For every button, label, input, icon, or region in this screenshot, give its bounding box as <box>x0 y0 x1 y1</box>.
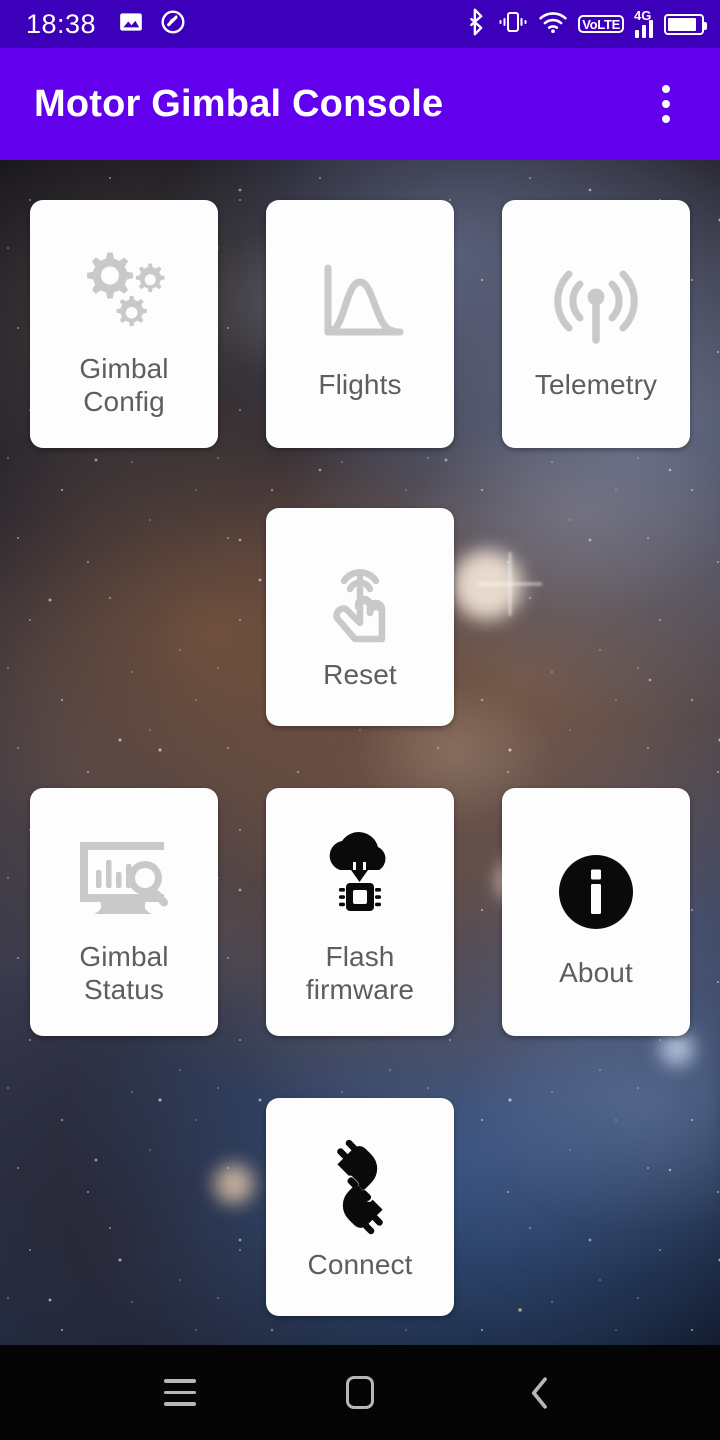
menu-card-label: Flights <box>318 369 402 401</box>
flight-curve-chart-icon <box>302 246 418 362</box>
status-bar-left-icons <box>118 9 186 40</box>
menu-card-label: Flash firmware <box>305 940 415 1005</box>
vibrate-icon <box>498 10 528 39</box>
android-navigation-bar <box>0 1345 720 1440</box>
status-bar-clock: 18:38 <box>26 8 97 39</box>
app-bar: Motor Gimbal Console <box>0 48 720 160</box>
volte-icon: VoLTE <box>578 14 624 34</box>
menu-card-label: Reset <box>323 659 397 691</box>
phone-screen: 18:38 VoLTE 4G Motor Gimbal Console Gimb… <box>0 0 720 1440</box>
back-icon[interactable] <box>495 1357 585 1429</box>
overflow-dot <box>662 100 670 108</box>
menu-card-label: Telemetry <box>534 369 658 401</box>
menu-card-reset[interactable]: Reset <box>266 508 454 726</box>
grid-row: Gimbal Config Flights Telemetry <box>30 200 690 448</box>
antenna-broadcast-icon <box>538 246 654 362</box>
grid-row: Gimbal Status Flash firmware About <box>30 788 690 1036</box>
tap-gesture-icon <box>302 542 418 652</box>
back-glyph <box>531 1376 547 1409</box>
menu-grid: Gimbal Config Flights Telemetry Reset Gi… <box>0 160 720 1345</box>
menu-card-gimbal-config[interactable]: Gimbal Config <box>30 200 218 448</box>
cloud-download-chip-icon <box>302 818 418 934</box>
plug-connect-icon <box>302 1132 418 1242</box>
overflow-dot <box>662 85 670 93</box>
menu-card-connect[interactable]: Connect <box>266 1098 454 1316</box>
battery-icon <box>664 13 707 35</box>
recents-glyph <box>164 1379 196 1406</box>
menu-card-telemetry[interactable]: Telemetry <box>502 200 690 448</box>
monitor-chart-search-icon <box>66 818 182 934</box>
menu-card-flash-firmware[interactable]: Flash firmware <box>266 788 454 1036</box>
menu-card-label: About <box>559 957 633 989</box>
grid-row: Connect <box>30 1098 690 1316</box>
network-type-label: 4G <box>634 7 652 23</box>
do-not-disturb-icon <box>160 9 186 40</box>
status-bar-right-icons: VoLTE 4G <box>465 7 707 41</box>
image-icon <box>118 9 144 40</box>
info-circle-icon <box>538 834 654 950</box>
overflow-menu-icon[interactable] <box>638 76 694 132</box>
4g-signal-icon: 4G <box>634 7 653 38</box>
status-bar: 18:38 VoLTE 4G <box>0 0 720 48</box>
gears-icon <box>66 230 182 346</box>
menu-card-label: Connect <box>307 1249 413 1281</box>
grid-row: Reset <box>30 508 690 726</box>
overflow-dot <box>662 115 670 123</box>
menu-card-flights[interactable]: Flights <box>266 200 454 448</box>
home-icon[interactable] <box>315 1357 405 1429</box>
recents-icon[interactable] <box>135 1357 225 1429</box>
page-title: Motor Gimbal Console <box>34 82 444 125</box>
menu-card-label: Gimbal Status <box>79 940 169 1005</box>
bluetooth-icon <box>465 8 487 41</box>
menu-card-about[interactable]: About <box>502 788 690 1036</box>
menu-card-label: Gimbal Config <box>79 352 169 417</box>
home-glyph <box>346 1376 374 1409</box>
menu-card-gimbal-status[interactable]: Gimbal Status <box>30 788 218 1036</box>
wifi-icon <box>539 10 567 39</box>
